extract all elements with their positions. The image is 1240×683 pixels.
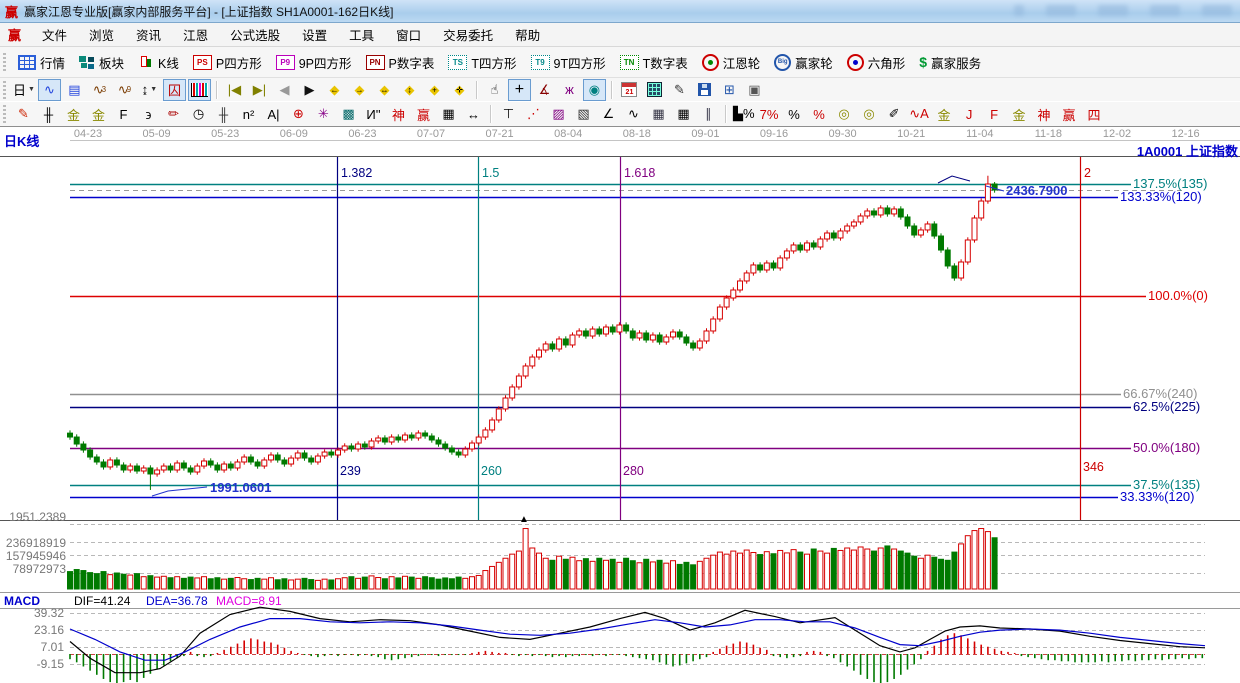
application-window: 赢 赢家江恩专业版[赢家内部服务平台] - [上证指数 SH1A0001-162… (0, 0, 1240, 683)
chart-graphics (0, 140, 1240, 683)
